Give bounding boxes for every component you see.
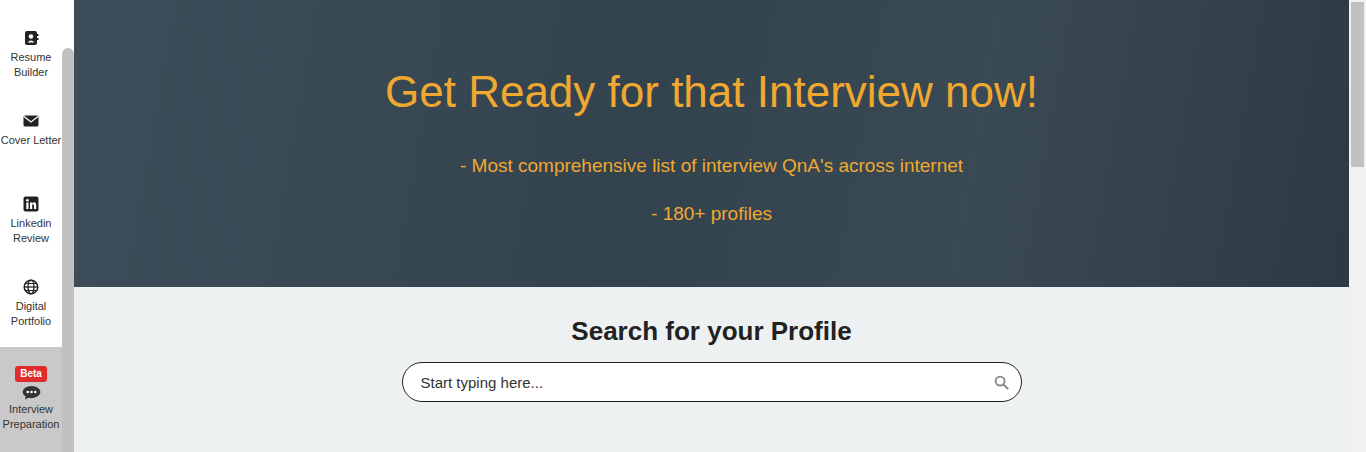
hero-features: - Most comprehensive list of interview Q… (460, 155, 963, 225)
sidebar: Resume Builder Cover Letter Linkedin Rev… (0, 0, 62, 452)
hero-feature: - Most comprehensive list of interview Q… (460, 155, 963, 177)
sidebar-label: Linkedin Review (0, 216, 62, 246)
beta-badge: Beta (15, 366, 47, 382)
sidebar-item[interactable]: Linkedin Review (0, 181, 62, 264)
sidebar-scrollbar[interactable] (62, 0, 74, 452)
search-input[interactable] (419, 373, 994, 392)
page-scrollbar[interactable] (1349, 0, 1366, 452)
sidebar-scroll-thumb[interactable] (62, 48, 74, 452)
search-heading: Search for your Profile (571, 315, 851, 347)
sidebar-item[interactable]: Digital Portfolio (0, 264, 62, 347)
main-content: Get Ready for that Interview now! - Most… (74, 0, 1349, 452)
hero-title: Get Ready for that Interview now! (385, 65, 1038, 119)
sidebar-item[interactable]: Cover Letter (0, 98, 62, 181)
resume-icon (23, 30, 39, 46)
sidebar-label: Cover Letter (0, 133, 62, 148)
app: Resume Builder Cover Letter Linkedin Rev… (0, 0, 1366, 452)
sidebar-label: Interview Preparation (0, 402, 62, 432)
sidebar-label: Digital Portfolio (0, 299, 62, 329)
hero-feature: - 180+ profiles (651, 203, 772, 225)
search-section: Search for your Profile (74, 287, 1349, 402)
hero-banner: Get Ready for that Interview now! - Most… (74, 0, 1349, 287)
globe-icon (23, 279, 39, 295)
envelope-icon (23, 113, 39, 129)
search-icon[interactable] (994, 375, 1009, 390)
sidebar-item[interactable]: Beta Interview Preparation (0, 347, 62, 452)
sidebar-label: Resume Builder (0, 50, 62, 80)
page-scroll-thumb[interactable] (1351, 2, 1364, 167)
sidebar-item[interactable]: Resume Builder (0, 15, 62, 98)
linkedin-icon (23, 196, 39, 212)
search-field[interactable] (402, 362, 1022, 402)
chat-icon (22, 385, 41, 400)
